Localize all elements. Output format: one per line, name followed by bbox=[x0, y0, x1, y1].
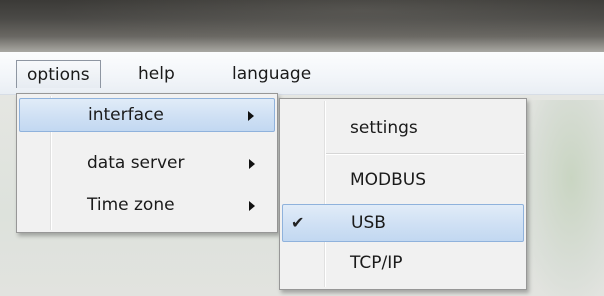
menu-bar: options help language bbox=[0, 52, 604, 95]
menu-item-tcp-ip[interactable]: TCP/IP bbox=[282, 247, 524, 281]
menu-item-data-server[interactable]: data server bbox=[19, 147, 275, 181]
menu-item-label: interface bbox=[88, 105, 164, 125]
menu-item-interface[interactable]: interface bbox=[19, 98, 275, 132]
submenu-arrow-icon bbox=[249, 159, 255, 169]
interface-submenu: settings MODBUS ✔ USB TCP/IP bbox=[279, 98, 527, 290]
menu-item-label: MODBUS bbox=[350, 170, 427, 190]
menubar-help[interactable]: help bbox=[128, 60, 185, 88]
menu-separator bbox=[326, 153, 524, 155]
submenu-arrow-icon bbox=[249, 201, 255, 211]
menubar-options[interactable]: options bbox=[16, 60, 101, 88]
menu-item-label: data server bbox=[87, 153, 185, 173]
menubar-language[interactable]: language bbox=[222, 60, 321, 88]
window-title-bar bbox=[0, 0, 604, 52]
menu-item-usb[interactable]: ✔ USB bbox=[282, 204, 524, 242]
menu-item-label: TCP/IP bbox=[350, 253, 403, 273]
checkmark-icon: ✔ bbox=[291, 213, 305, 232]
menu-item-label: USB bbox=[351, 213, 386, 233]
menu-item-label: Time zone bbox=[87, 195, 175, 215]
menu-item-modbus[interactable]: MODBUS bbox=[282, 164, 524, 198]
background-decoration bbox=[522, 100, 604, 296]
options-menu: interface data server Time zone bbox=[16, 93, 278, 233]
menu-item-label: settings bbox=[350, 118, 418, 138]
submenu-arrow-icon bbox=[248, 111, 254, 121]
menu-item-time-zone[interactable]: Time zone bbox=[19, 189, 275, 223]
menu-item-settings[interactable]: settings bbox=[282, 112, 524, 146]
